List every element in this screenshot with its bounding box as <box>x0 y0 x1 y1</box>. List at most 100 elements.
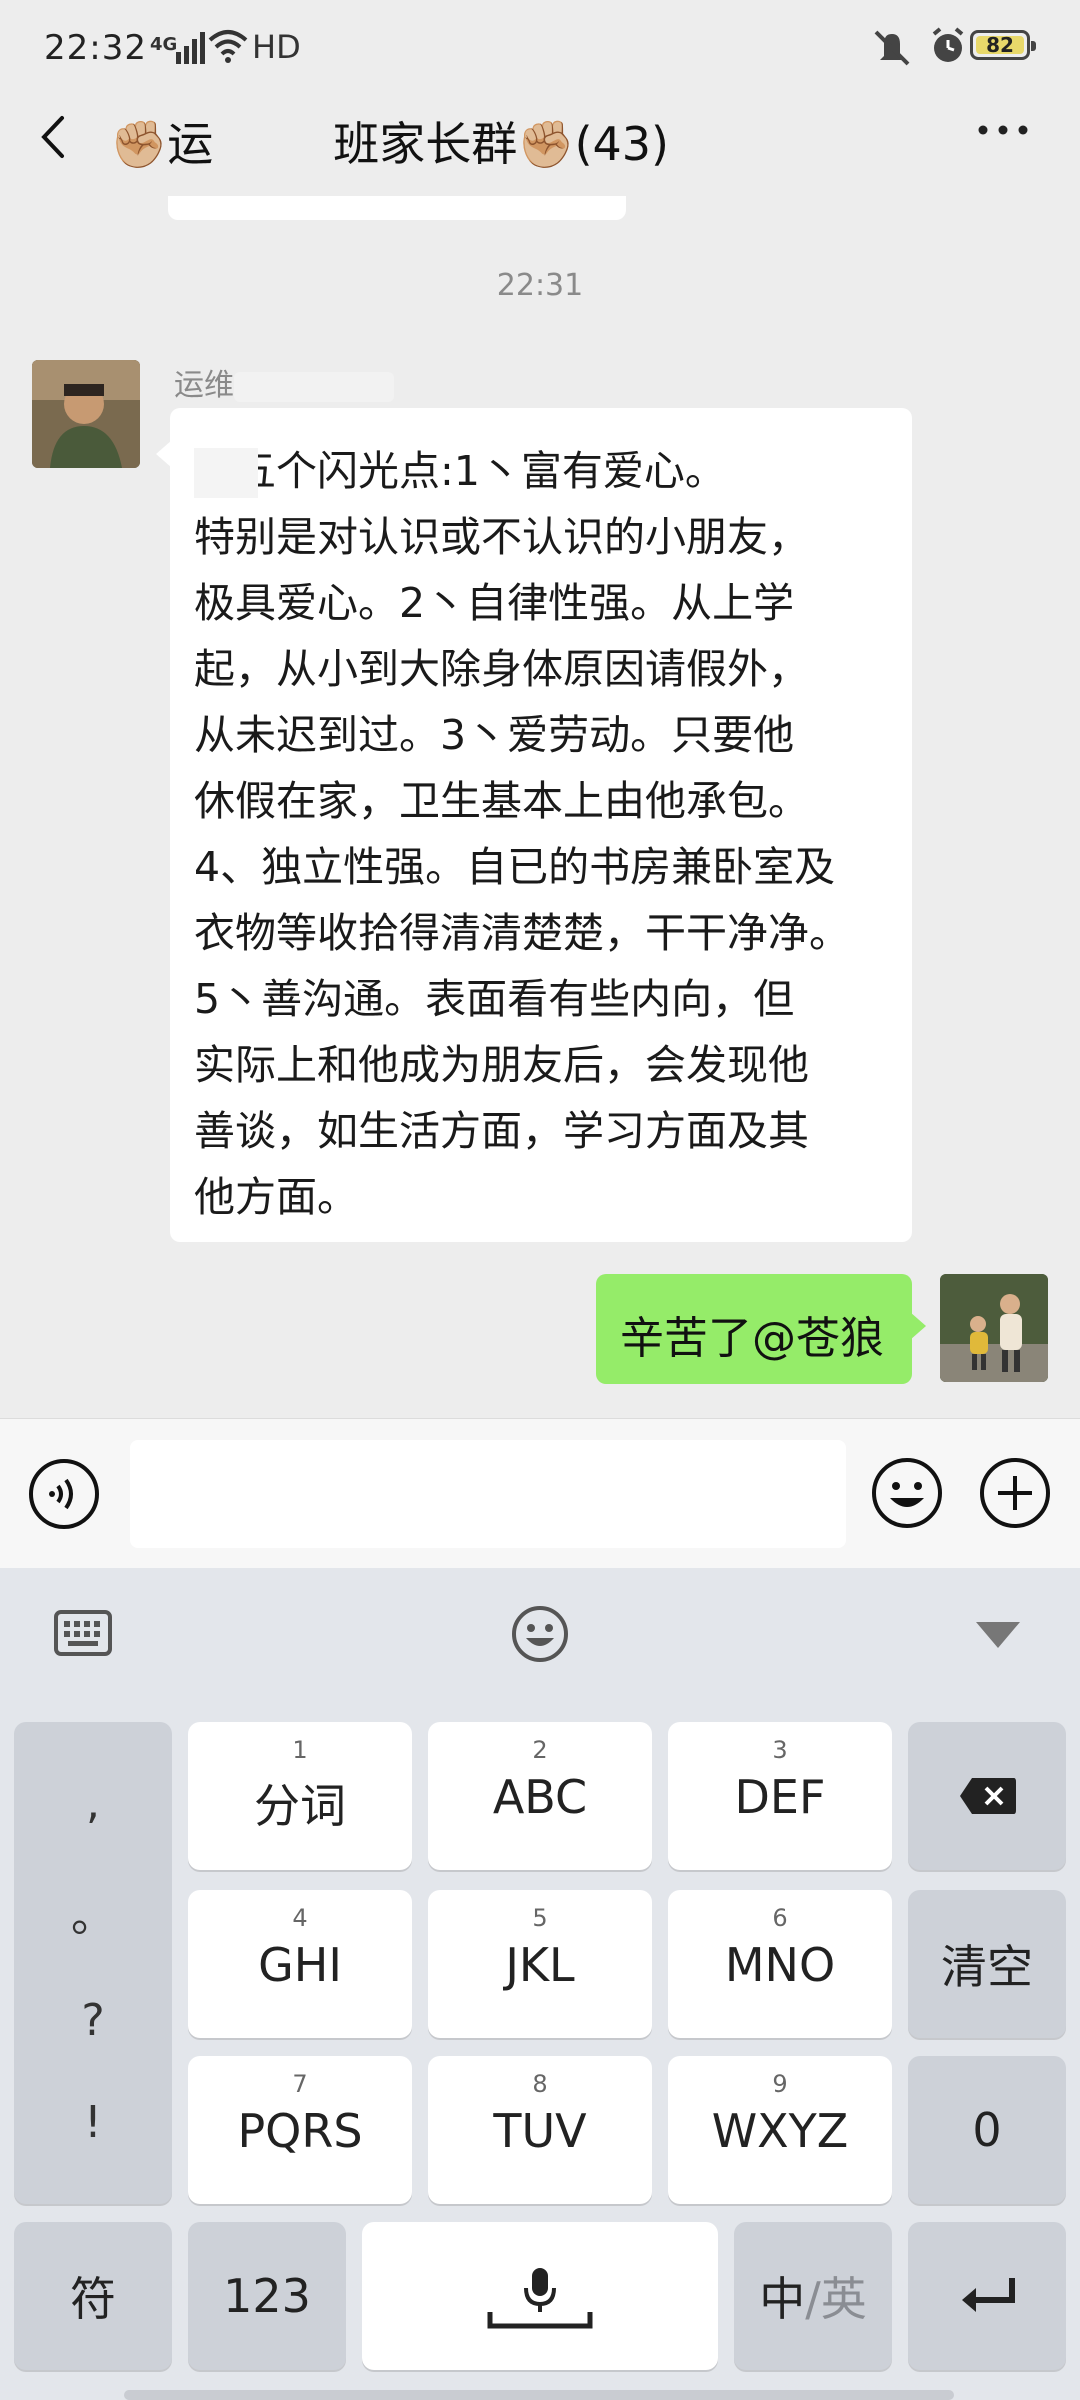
message-line: 起，从小到大除身体原因请假外， <box>194 645 809 693</box>
incoming-message-text: 的五个闪光点:1丶富有爱心。 特别是对认识或不认识的小朋友， 极具爱心。2丶自律… <box>194 438 894 1230</box>
language-switch-key[interactable]: 中/英 <box>734 2222 892 2370</box>
incoming-message-bubble[interactable]: 的五个闪光点:1丶富有爱心。 特别是对认识或不认识的小朋友， 极具爱心。2丶自律… <box>156 408 912 1242</box>
message-line: 特别是对认识或不认识的小朋友， <box>194 513 809 561</box>
zero-key[interactable]: 0 <box>908 2056 1066 2204</box>
key-label: MNO <box>724 1938 836 1992</box>
key-number: 6 <box>772 1904 788 1932</box>
key-label: JKL <box>505 1938 575 1992</box>
symbol-key[interactable]: 符 <box>14 2222 172 2370</box>
key-2[interactable]: 2 ABC <box>428 1722 652 1870</box>
backspace-icon <box>960 1778 1016 1814</box>
symbol-key-label: 符 <box>70 2272 116 2326</box>
lang-main: 中 <box>759 2272 806 2326</box>
previous-message-bubble <box>168 196 626 220</box>
plus-icon[interactable] <box>978 1456 1052 1530</box>
chat-title: ✊🏼运 班家长群✊🏼(43) <box>110 108 669 174</box>
alarm-icon <box>932 27 964 62</box>
my-avatar[interactable] <box>940 1274 1048 1382</box>
key-8[interactable]: 8 TUV <box>428 2056 652 2204</box>
key-7[interactable]: 7 PQRS <box>188 2056 412 2204</box>
redacted-area <box>234 371 394 402</box>
message-text-input[interactable] <box>130 1440 846 1548</box>
back-arrow-icon[interactable] <box>34 112 74 162</box>
person-photo-icon <box>32 360 140 468</box>
hd-indicator: HD <box>252 28 301 66</box>
outgoing-message-text: 辛苦了@苍狼 <box>620 1313 884 1364</box>
lang-alt: /英 <box>805 2272 867 2326</box>
battery-level: 82 <box>986 33 1014 57</box>
title-suffix: 班家长群✊🏼 <box>333 117 575 171</box>
message-line: 休假在家，卫生基本上由他承包。 <box>194 777 809 825</box>
key-number: 8 <box>532 2070 548 2098</box>
sender-name: 运维 <box>174 360 394 404</box>
backspace-key[interactable] <box>908 1722 1066 1870</box>
key-9[interactable]: 9 WXYZ <box>668 2056 892 2204</box>
key-label: PQRS <box>237 2104 363 2158</box>
key-number: 1 <box>292 1736 308 1764</box>
message-line: 他方面。 <box>194 1173 358 1221</box>
key-1[interactable]: 1 分词 <box>188 1722 412 1870</box>
message-line: 善谈，如生活方面，学习方面及其 <box>194 1107 809 1155</box>
mute-icon <box>874 30 910 66</box>
zero-key-label: 0 <box>972 2103 1002 2157</box>
key-label: WXYZ <box>711 2104 849 2158</box>
sender-name-text: 运维 <box>174 368 234 403</box>
key-number: 5 <box>532 1904 548 1932</box>
keyboard-layout-icon[interactable] <box>54 1610 112 1656</box>
key-number: 4 <box>292 1904 308 1932</box>
numeric-key-label: 123 <box>223 2269 311 2323</box>
keyboard-emoji-icon[interactable] <box>510 1604 570 1664</box>
numeric-key[interactable]: 123 <box>188 2222 346 2370</box>
signal-icon <box>176 32 205 64</box>
message-line: 5丶善沟通。表面看有些内向，但 <box>194 975 795 1023</box>
punct-exclaim[interactable]: ! <box>84 2097 102 2148</box>
wifi-icon <box>208 30 248 63</box>
enter-icon <box>962 2278 1015 2312</box>
sender-avatar[interactable] <box>32 360 140 468</box>
key-number: 2 <box>532 1736 548 1764</box>
outgoing-message-bubble[interactable]: 辛苦了@苍狼 <box>596 1274 926 1384</box>
redacted-area <box>194 448 258 498</box>
punctuation-key-column[interactable]: , 。 ? ! <box>14 1722 172 2204</box>
message-line: 衣物等收拾得清清楚楚，干干净净。 <box>194 909 850 957</box>
message-line: 的五个闪光点:1丶富有爱心。 <box>194 447 726 495</box>
enter-key[interactable] <box>908 2222 1066 2370</box>
key-label: DEF <box>734 1770 826 1824</box>
collapse-keyboard-icon[interactable] <box>974 1620 1022 1650</box>
punct-period[interactable]: 。 <box>71 1880 115 1944</box>
message-line: 实际上和他成为朋友后，会发现他 <box>194 1041 809 1089</box>
language-switch-label: 中/英 <box>734 2222 892 2370</box>
status-bar: 22:32 4G HD 82 <box>0 0 1080 96</box>
redacted-area <box>213 123 334 172</box>
message-line: 从未迟到过。3丶爱劳动。只要他 <box>194 711 795 759</box>
punct-comma[interactable]: , <box>86 1778 100 1829</box>
key-number: 9 <box>772 2070 788 2098</box>
status-time: 22:32 <box>44 28 147 68</box>
key-5[interactable]: 5 JKL <box>428 1890 652 2038</box>
emoji-icon[interactable] <box>870 1456 944 1530</box>
battery-icon: 82 <box>970 30 1036 60</box>
voice-input-icon[interactable] <box>28 1458 100 1530</box>
message-timestamp: 22:31 <box>496 268 584 303</box>
microphone-icon <box>487 2268 593 2329</box>
key-number: 3 <box>772 1736 788 1764</box>
key-number: 7 <box>292 2070 308 2098</box>
clear-key[interactable]: 清空 <box>908 1890 1066 2038</box>
key-4[interactable]: 4 GHI <box>188 1890 412 2038</box>
more-options-icon[interactable] <box>975 120 1031 140</box>
key-label: ABC <box>492 1770 588 1824</box>
space-voice-key[interactable] <box>362 2222 718 2370</box>
title-prefix: ✊🏼运 <box>110 117 214 171</box>
gesture-bar <box>124 2390 954 2400</box>
children-photo-icon <box>940 1274 1048 1382</box>
message-line: 4、独立性强。自已的书房兼卧室及 <box>194 843 836 891</box>
network-type: 4G <box>150 34 178 55</box>
member-count: (43) <box>574 117 669 171</box>
punct-question[interactable]: ? <box>81 1995 104 2046</box>
key-3[interactable]: 3 DEF <box>668 1722 892 1870</box>
message-line: 极具爱心。2丶自律性强。从上学 <box>194 579 795 627</box>
key-label: GHI <box>258 1938 342 1992</box>
key-label: 分词 <box>254 1779 346 1833</box>
key-6[interactable]: 6 MNO <box>668 1890 892 2038</box>
clear-key-label: 清空 <box>941 1940 1033 1994</box>
